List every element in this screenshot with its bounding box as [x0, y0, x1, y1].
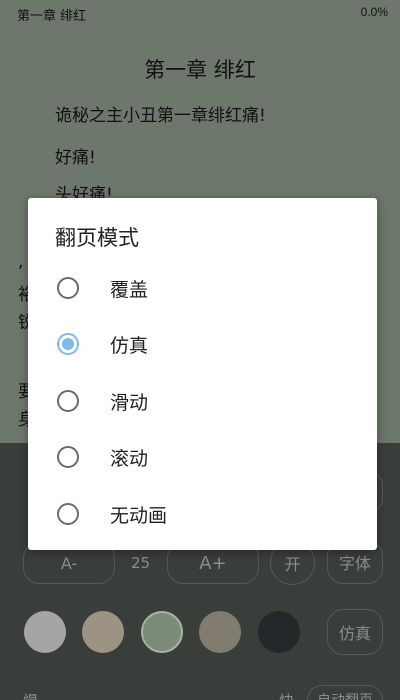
page-mode-dialog: 翻页模式 覆盖 仿真 滑动 滚动 无动画 — [28, 198, 377, 550]
paragraph: 诡秘之主小丑第一章绯红痛! — [55, 106, 266, 126]
dialog-title: 翻页模式 — [55, 226, 139, 250]
option-slide[interactable]: 滑动 — [28, 372, 377, 428]
auto-page-button[interactable]: 自动翻页 — [307, 685, 383, 700]
font-size-value: 25 — [131, 554, 151, 572]
status-bar: 第一章 绯红 0.0% — [0, 0, 400, 26]
radio-button[interactable] — [57, 503, 79, 525]
option-no-animation[interactable]: 无动画 — [28, 485, 377, 541]
page-mode-button[interactable]: 仿真 — [327, 609, 383, 655]
option-label: 无动画 — [110, 505, 168, 527]
bg-color-swatch[interactable] — [24, 611, 66, 653]
option-cover[interactable]: 覆盖 — [28, 259, 377, 315]
speed-slow-label: 慢 — [23, 690, 38, 700]
option-label: 覆盖 — [110, 279, 149, 301]
bg-color-swatch[interactable] — [199, 611, 241, 653]
status-chapter: 第一章 绯红 — [17, 9, 87, 24]
bg-color-swatch-selected[interactable] — [141, 611, 183, 653]
bg-color-swatch[interactable] — [82, 611, 124, 653]
status-progress: 0.0% — [360, 5, 388, 19]
chapter-title: 第一章 绯红 — [144, 58, 256, 82]
option-label: 滚动 — [110, 448, 149, 470]
text-fragment: , — [18, 252, 24, 272]
bg-color-swatch[interactable] — [258, 611, 300, 653]
speed-fast-label: 快 — [279, 690, 294, 700]
option-simulation[interactable]: 仿真 — [28, 315, 377, 371]
option-label: 滑动 — [110, 392, 149, 414]
radio-button[interactable] — [57, 446, 79, 468]
paragraph: 好痛! — [55, 148, 96, 168]
radio-button-checked[interactable] — [57, 333, 79, 355]
radio-button[interactable] — [57, 277, 79, 299]
option-label: 仿真 — [110, 335, 149, 357]
radio-button[interactable] — [57, 390, 79, 412]
option-scroll[interactable]: 滚动 — [28, 428, 377, 484]
